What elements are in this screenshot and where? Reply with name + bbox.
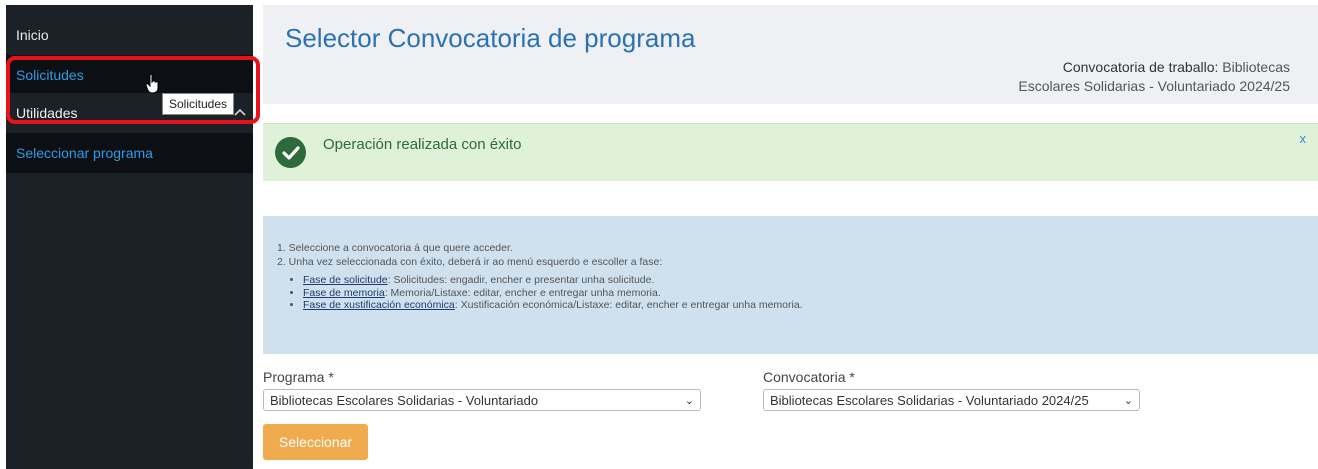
chevron-down-icon: ⌄	[684, 395, 694, 407]
alert-message: Operación realizada con éxito	[323, 136, 522, 153]
chevron-up-icon[interactable]	[234, 105, 246, 119]
page-header: Selector Convocatoria de programa Convoc…	[263, 5, 1318, 104]
sidebar: Inicio Solicitudes Utilidades Selecciona…	[6, 5, 253, 469]
convocatoria-value-1: Bibliotecas	[1222, 59, 1290, 75]
seleccionar-button[interactable]: Seleccionar	[263, 424, 368, 460]
tooltip: Solicitudes	[162, 93, 235, 115]
instruction-line-2: 2. Unha vez seleccionada con éxito, debe…	[277, 256, 663, 268]
phase-desc: : Solicitudes: engadir, encher e present…	[387, 274, 655, 286]
instruction-line-1: 1. Seleccione a convocatoria á que quere…	[277, 242, 513, 254]
convocatoria-select-value: Bibliotecas Escolares Solidarias - Volun…	[770, 393, 1089, 408]
sidebar-item-solicitudes[interactable]: Solicitudes	[6, 55, 253, 93]
phase-link-solicitude[interactable]: Fase de solicitude	[303, 274, 388, 286]
convocatoria-value-2: Escolares Solidarias - Voluntariado 2024…	[1018, 78, 1290, 94]
chevron-down-icon: ⌄	[1123, 395, 1133, 407]
sidebar-item-inicio[interactable]: Inicio	[6, 15, 253, 55]
phase-desc: : Xustificación económica/Listaxe: edita…	[454, 299, 803, 311]
programa-label: Programa *	[263, 369, 334, 385]
convocatoria-select[interactable]: Bibliotecas Escolares Solidarias - Volun…	[763, 389, 1140, 411]
success-alert: Operación realizada con éxito x	[263, 123, 1318, 181]
page-title: Selector Convocatoria de programa	[285, 23, 696, 53]
list-item: Fase de solicitude: Solicitudes: engadir…	[303, 274, 803, 287]
close-alert-button[interactable]: x	[1300, 131, 1307, 146]
list-item: Fase de memoria: Memoria/Listaxe: editar…	[303, 287, 803, 300]
check-circle-icon	[275, 137, 306, 168]
phase-link-xustificacion[interactable]: Fase de xustificación económica	[303, 299, 455, 311]
sidebar-item-seleccionar-programa[interactable]: Seleccionar programa	[6, 133, 253, 173]
convocatoria-info: Convocatoria de traballo: Bibliotecas Es…	[1018, 58, 1290, 96]
instructions-panel: 1. Seleccione a convocatoria á que quere…	[263, 216, 1318, 354]
convocatoria-select-label: Convocatoria *	[763, 369, 855, 385]
convocatoria-label: Convocatoria de traballo:	[1062, 59, 1219, 75]
phase-list: Fase de solicitude: Solicitudes: engadir…	[277, 274, 803, 312]
list-item: Fase de xustificación económica: Xustifi…	[303, 299, 803, 312]
programa-select-value: Bibliotecas Escolares Solidarias - Volun…	[270, 393, 539, 408]
phase-desc: : Memoria/Listaxe: editar, encher e entr…	[384, 286, 661, 299]
hand-cursor-icon	[146, 74, 159, 94]
programa-select[interactable]: Bibliotecas Escolares Solidarias - Volun…	[263, 389, 701, 411]
phase-link-memoria[interactable]: Fase de memoria	[303, 287, 385, 299]
